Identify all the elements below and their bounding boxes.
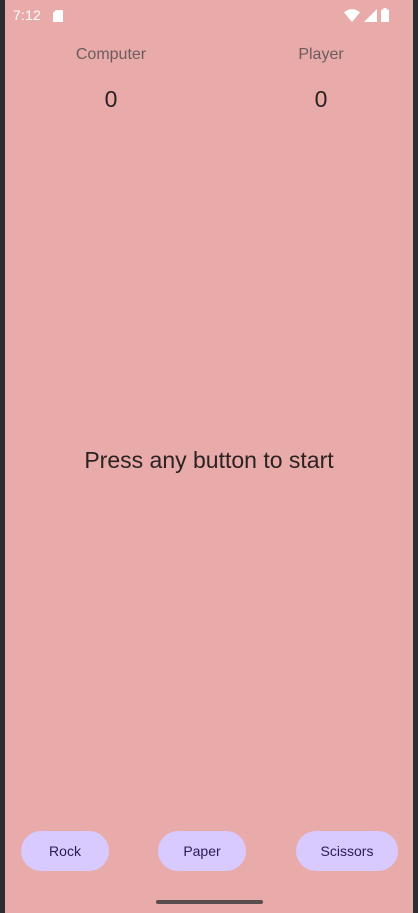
rock-button[interactable]: Rock xyxy=(21,831,109,871)
app-screen: 7:12 Computer 0 Player 0 Press any butto… xyxy=(5,0,413,913)
paper-button[interactable]: Paper xyxy=(158,831,246,871)
battery-icon xyxy=(381,8,389,27)
player-score: 0 xyxy=(314,86,328,112)
wifi-icon xyxy=(344,8,360,27)
sd-card-icon xyxy=(53,9,63,27)
scissors-button[interactable]: Scissors xyxy=(296,831,398,871)
computer-score: 0 xyxy=(104,86,118,112)
home-indicator[interactable] xyxy=(156,900,263,904)
status-bar: 7:12 xyxy=(5,0,413,32)
player-label: Player xyxy=(298,46,344,63)
signal-icon xyxy=(364,8,377,27)
game-message: Press any button to start xyxy=(84,447,334,473)
status-time: 7:12 xyxy=(13,7,42,23)
status-icons xyxy=(344,8,389,27)
computer-label: Computer xyxy=(75,46,147,63)
